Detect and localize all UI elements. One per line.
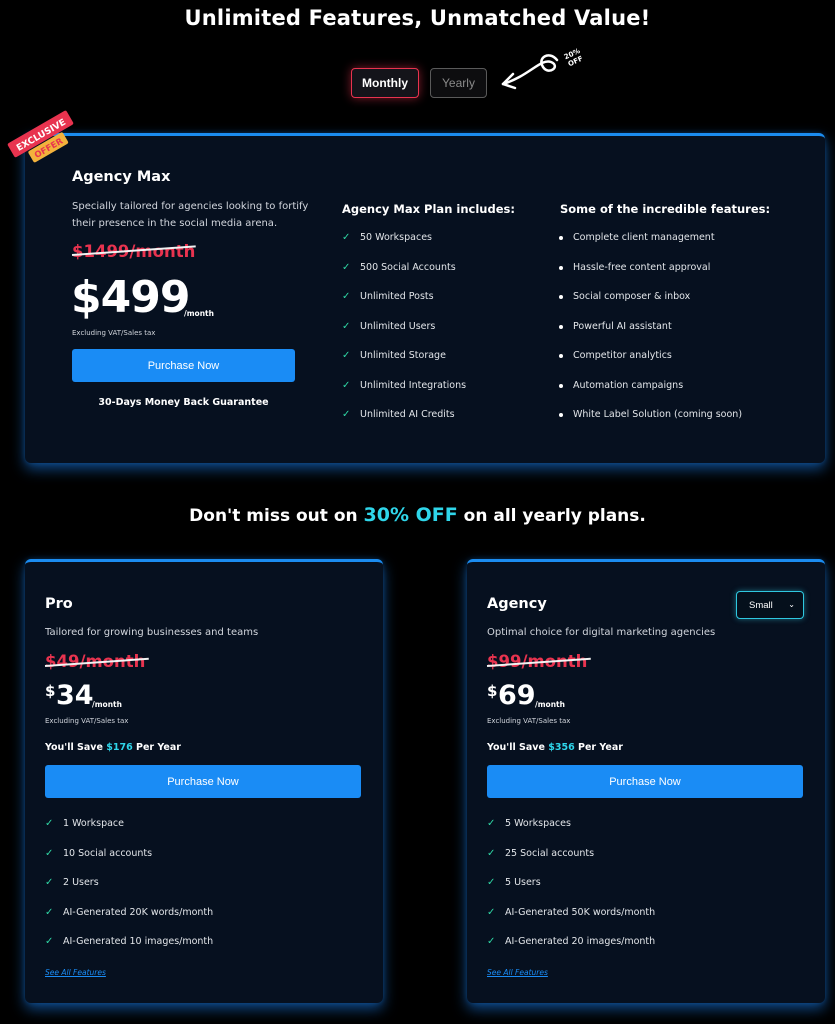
list-item: ✓ 2 Users [45,877,99,888]
vat-note: Excluding VAT/Sales tax [72,329,156,337]
list-item: Competitor analytics [559,350,672,361]
bullet-icon [559,324,563,329]
vat-note: Excluding VAT/Sales tax [487,717,571,725]
list-item: ✓ Unlimited Users [342,321,436,332]
list-item: Automation campaigns [559,380,683,391]
monthly-toggle-button[interactable]: Monthly [351,68,419,98]
yearly-toggle-button[interactable]: Yearly [430,68,487,98]
list-item: Powerful AI assistant [559,321,672,332]
plan-description: Optimal choice for digital marketing age… [487,627,716,638]
includes-heading: Agency Max Plan includes: [342,202,515,216]
list-item: ✓ 50 Workspaces [342,232,432,243]
exclusive-offer-badge: EXCLUSIVE OFFER [7,110,74,163]
check-icon: ✓ [342,232,351,243]
plan-description: Tailored for growing businesses and team… [45,627,259,638]
yearly-savings: You'll Save $356 Per Year [487,742,623,753]
chevron-down-icon: ⌄ [788,600,795,609]
list-item: ✓ Unlimited Posts [342,291,434,302]
check-icon: ✓ [342,380,351,391]
purchase-now-button[interactable]: Purchase Now [487,765,803,798]
check-icon: ✓ [45,907,54,918]
agency-max-card: Agency Max Specially tailored for agenci… [25,133,825,463]
list-item: ✓ AI-Generated 10 images/month [45,936,214,947]
bullet-icon [559,235,563,240]
check-icon: ✓ [45,818,54,829]
price: 69 [498,680,536,711]
yearly-savings: You'll Save $176 Per Year [45,742,181,753]
list-item: White Label Solution (coming soon) [559,409,742,420]
list-item: ✓ 5 Users [487,877,541,888]
check-icon: ✓ [487,936,496,947]
list-item: ✓ Unlimited AI Credits [342,409,455,420]
list-item: Social composer & inbox [559,291,690,302]
list-item: ✓ Unlimited Storage [342,350,446,361]
check-icon: ✓ [45,936,54,947]
see-all-features-link[interactable]: See All Features [45,968,106,977]
currency-symbol: $ [487,682,498,700]
bullet-icon [559,265,563,270]
agency-size-select[interactable]: Small ⌄ [736,591,804,619]
check-icon: ✓ [342,409,351,420]
purchase-now-button[interactable]: Purchase Now [72,349,295,382]
check-icon: ✓ [487,877,496,888]
check-icon: ✓ [487,848,496,859]
list-item: ✓ AI-Generated 50K words/month [487,907,656,918]
plan-name: Agency Max [72,169,171,185]
list-item: ✓ AI-Generated 20K words/month [45,907,214,918]
list-item: Hassle-free content approval [559,262,710,273]
per-month-label: /month [184,309,214,318]
see-all-features-link[interactable]: See All Features [487,968,548,977]
per-month-label: /month [92,700,122,709]
discount-arrow-icon: 20% OFF [501,47,584,90]
list-item: ✓ 25 Social accounts [487,848,595,859]
pro-plan-card: Pro Tailored for growing businesses and … [25,559,383,1003]
bullet-icon [559,353,563,358]
list-item: ✓ 5 Workspaces [487,818,571,829]
plan-description: Specially tailored for agencies looking … [72,201,309,229]
promo-highlight: 30% OFF [363,504,458,526]
price: $499 [71,272,190,323]
check-icon: ✓ [45,877,54,888]
plan-name: Agency [487,596,547,612]
money-back-guarantee: 30-Days Money Back Guarantee [98,397,269,408]
bullet-icon [559,294,563,299]
list-item: ✓ 10 Social accounts [45,848,153,859]
price: 34 [56,680,94,711]
old-price: $1499/month [72,242,196,261]
plan-name: Pro [45,596,73,612]
check-icon: ✓ [487,818,496,829]
check-icon: ✓ [342,350,351,361]
list-item: ✓ Unlimited Integrations [342,380,467,391]
bullet-icon [559,412,563,417]
list-item: ✓ AI-Generated 20 images/month [487,936,656,947]
check-icon: ✓ [487,907,496,918]
agency-plan-card: Agency Small ⌄ Optimal choice for digita… [467,559,825,1003]
vat-note: Excluding VAT/Sales tax [45,717,129,725]
features-heading: Some of the incredible features: [560,202,771,216]
check-icon: ✓ [45,848,54,859]
yearly-promo-text: Don't miss out on 30% OFF on all yearly … [189,504,646,526]
check-icon: ✓ [342,262,351,273]
per-month-label: /month [535,700,565,709]
list-item: ✓ 1 Workspace [45,818,124,829]
bullet-icon [559,383,563,388]
check-icon: ✓ [342,321,351,332]
page-title: Unlimited Features, Unmatched Value! [184,6,651,30]
currency-symbol: $ [45,682,56,700]
purchase-now-button[interactable]: Purchase Now [45,765,361,798]
list-item: Complete client management [559,232,715,243]
check-icon: ✓ [342,291,351,302]
list-item: ✓ 500 Social Accounts [342,262,456,273]
